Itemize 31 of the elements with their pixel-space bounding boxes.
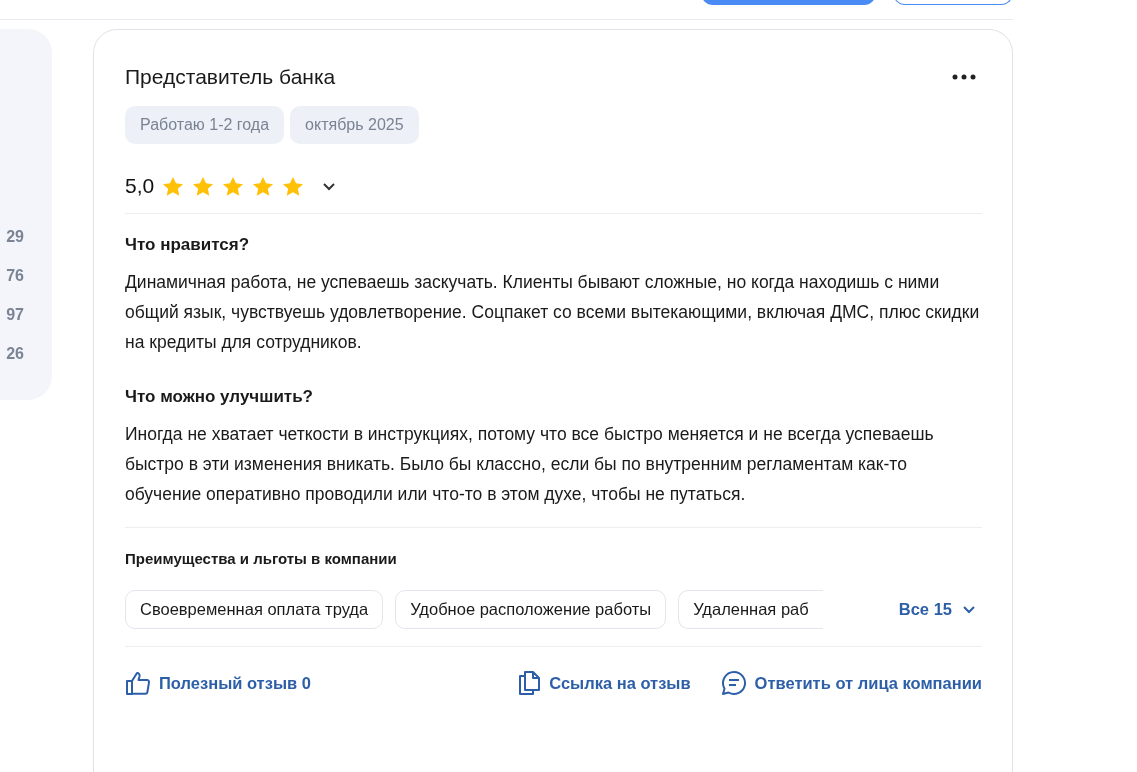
more-icon[interactable] xyxy=(952,74,976,80)
count-number: 97 xyxy=(6,305,24,324)
thumbs-up-icon xyxy=(125,670,151,696)
show-all-button[interactable]: Все 15 xyxy=(898,600,982,619)
star-icon xyxy=(162,175,185,197)
review-text: Динамичная работа, не успеваешь заскучать. Клиенты бывают сложные, но когда находишь с ними общий язык, чувствуешь удовлетворение. Соцпакет со всеми вытекающими, включая ДМС, плюс скидки на кредиты для сотрудников. xyxy=(125,271,981,354)
benefit-chip: Своевременная оплата труда xyxy=(125,590,384,629)
copy-link-button[interactable]: Ссылка на отзыв xyxy=(517,670,691,696)
section-heading: Что нравится? xyxy=(125,235,251,255)
star-icon xyxy=(282,175,305,197)
section-heading: Что можно улучшить? xyxy=(125,387,314,407)
benefit-chip: Удаленная раб xyxy=(678,590,823,629)
chevron-down-icon[interactable] xyxy=(322,181,337,191)
star-icon xyxy=(192,175,215,197)
tag: Работаю 1-2 года xyxy=(125,106,285,144)
count-number: 29 xyxy=(6,227,24,246)
reply-button[interactable]: Ответить от лица компании xyxy=(720,670,982,696)
review-text: Иногда не хватает четкости в инструкциях, потому что все быстро меняется и не всегда успеваешь быстро в эти изменения вникать. Было бы классно, если бы по внутренним регламентам как-то обучение оперативно проводили или что-то в этом духе, чтобы не путаться. xyxy=(125,423,935,506)
helpful-button[interactable]: Полезный отзыв 0 xyxy=(125,670,311,696)
count-number: 76 xyxy=(6,266,24,285)
rating-score: 5,0 xyxy=(125,174,155,198)
star-icon xyxy=(222,175,245,197)
benefits-heading: Преимущества и льготы в компании xyxy=(125,550,398,567)
benefit-chip: Удобное расположение работы xyxy=(395,590,667,629)
star-icon xyxy=(252,175,275,197)
review-title: Представитель банка xyxy=(125,65,336,89)
chat-bubble-icon xyxy=(720,670,747,696)
count-number: 26 xyxy=(6,344,24,363)
tag: октябрь 2025 xyxy=(290,106,419,144)
copy-icon xyxy=(517,670,542,696)
chevron-down-icon xyxy=(962,605,976,614)
